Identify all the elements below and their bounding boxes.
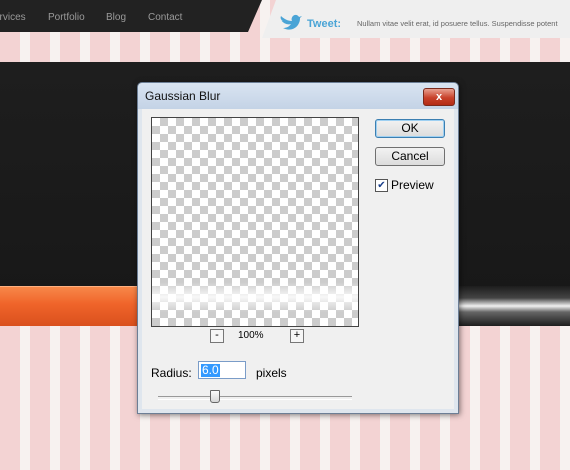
dialog-body: - 100% + OK Cancel ✔ Preview Radius: 6.0… xyxy=(142,109,454,409)
orange-bar xyxy=(0,286,140,326)
nav-blog-link[interactable]: Blog xyxy=(106,12,126,23)
close-button[interactable]: x xyxy=(423,88,455,106)
cancel-button[interactable]: Cancel xyxy=(375,147,445,166)
twitter-bird-icon xyxy=(280,14,302,30)
radius-input[interactable]: 6.0 xyxy=(198,361,246,379)
preview-label: Preview xyxy=(391,178,434,192)
nav-portfolio-link[interactable]: Portfolio xyxy=(48,12,85,23)
gaussian-blur-dialog: Gaussian Blur x - 100% + OK Cancel ✔ Pre… xyxy=(137,82,459,414)
checkmark-icon: ✔ xyxy=(377,180,386,191)
radius-units-label: pixels xyxy=(256,366,287,380)
nav-services-link[interactable]: ervices xyxy=(0,12,26,23)
nav-contact-link[interactable]: Contact xyxy=(148,12,182,23)
gray-bar xyxy=(456,286,570,326)
radius-slider-track[interactable] xyxy=(158,396,352,400)
radius-value: 6.0 xyxy=(201,363,220,377)
tweet-text: Nullam vitae velit erat, id posuere tell… xyxy=(357,19,558,28)
top-navigation: ervices Portfolio Blog Contact xyxy=(0,0,262,32)
close-icon: x xyxy=(435,91,443,103)
blur-preview-canvas[interactable] xyxy=(151,117,359,327)
dialog-title: Gaussian Blur xyxy=(145,89,221,103)
preview-checkbox[interactable]: ✔ xyxy=(375,179,388,192)
dialog-titlebar[interactable]: Gaussian Blur x xyxy=(138,83,458,109)
radius-label: Radius: xyxy=(151,366,192,380)
tweet-label: Tweet: xyxy=(307,18,342,30)
preview-glow xyxy=(152,282,358,312)
radius-slider-thumb[interactable] xyxy=(210,390,220,403)
ok-button[interactable]: OK xyxy=(375,119,445,138)
zoom-in-button[interactable]: + xyxy=(290,329,304,343)
zoom-level: 100% xyxy=(238,330,264,341)
zoom-out-button[interactable]: - xyxy=(210,329,224,343)
